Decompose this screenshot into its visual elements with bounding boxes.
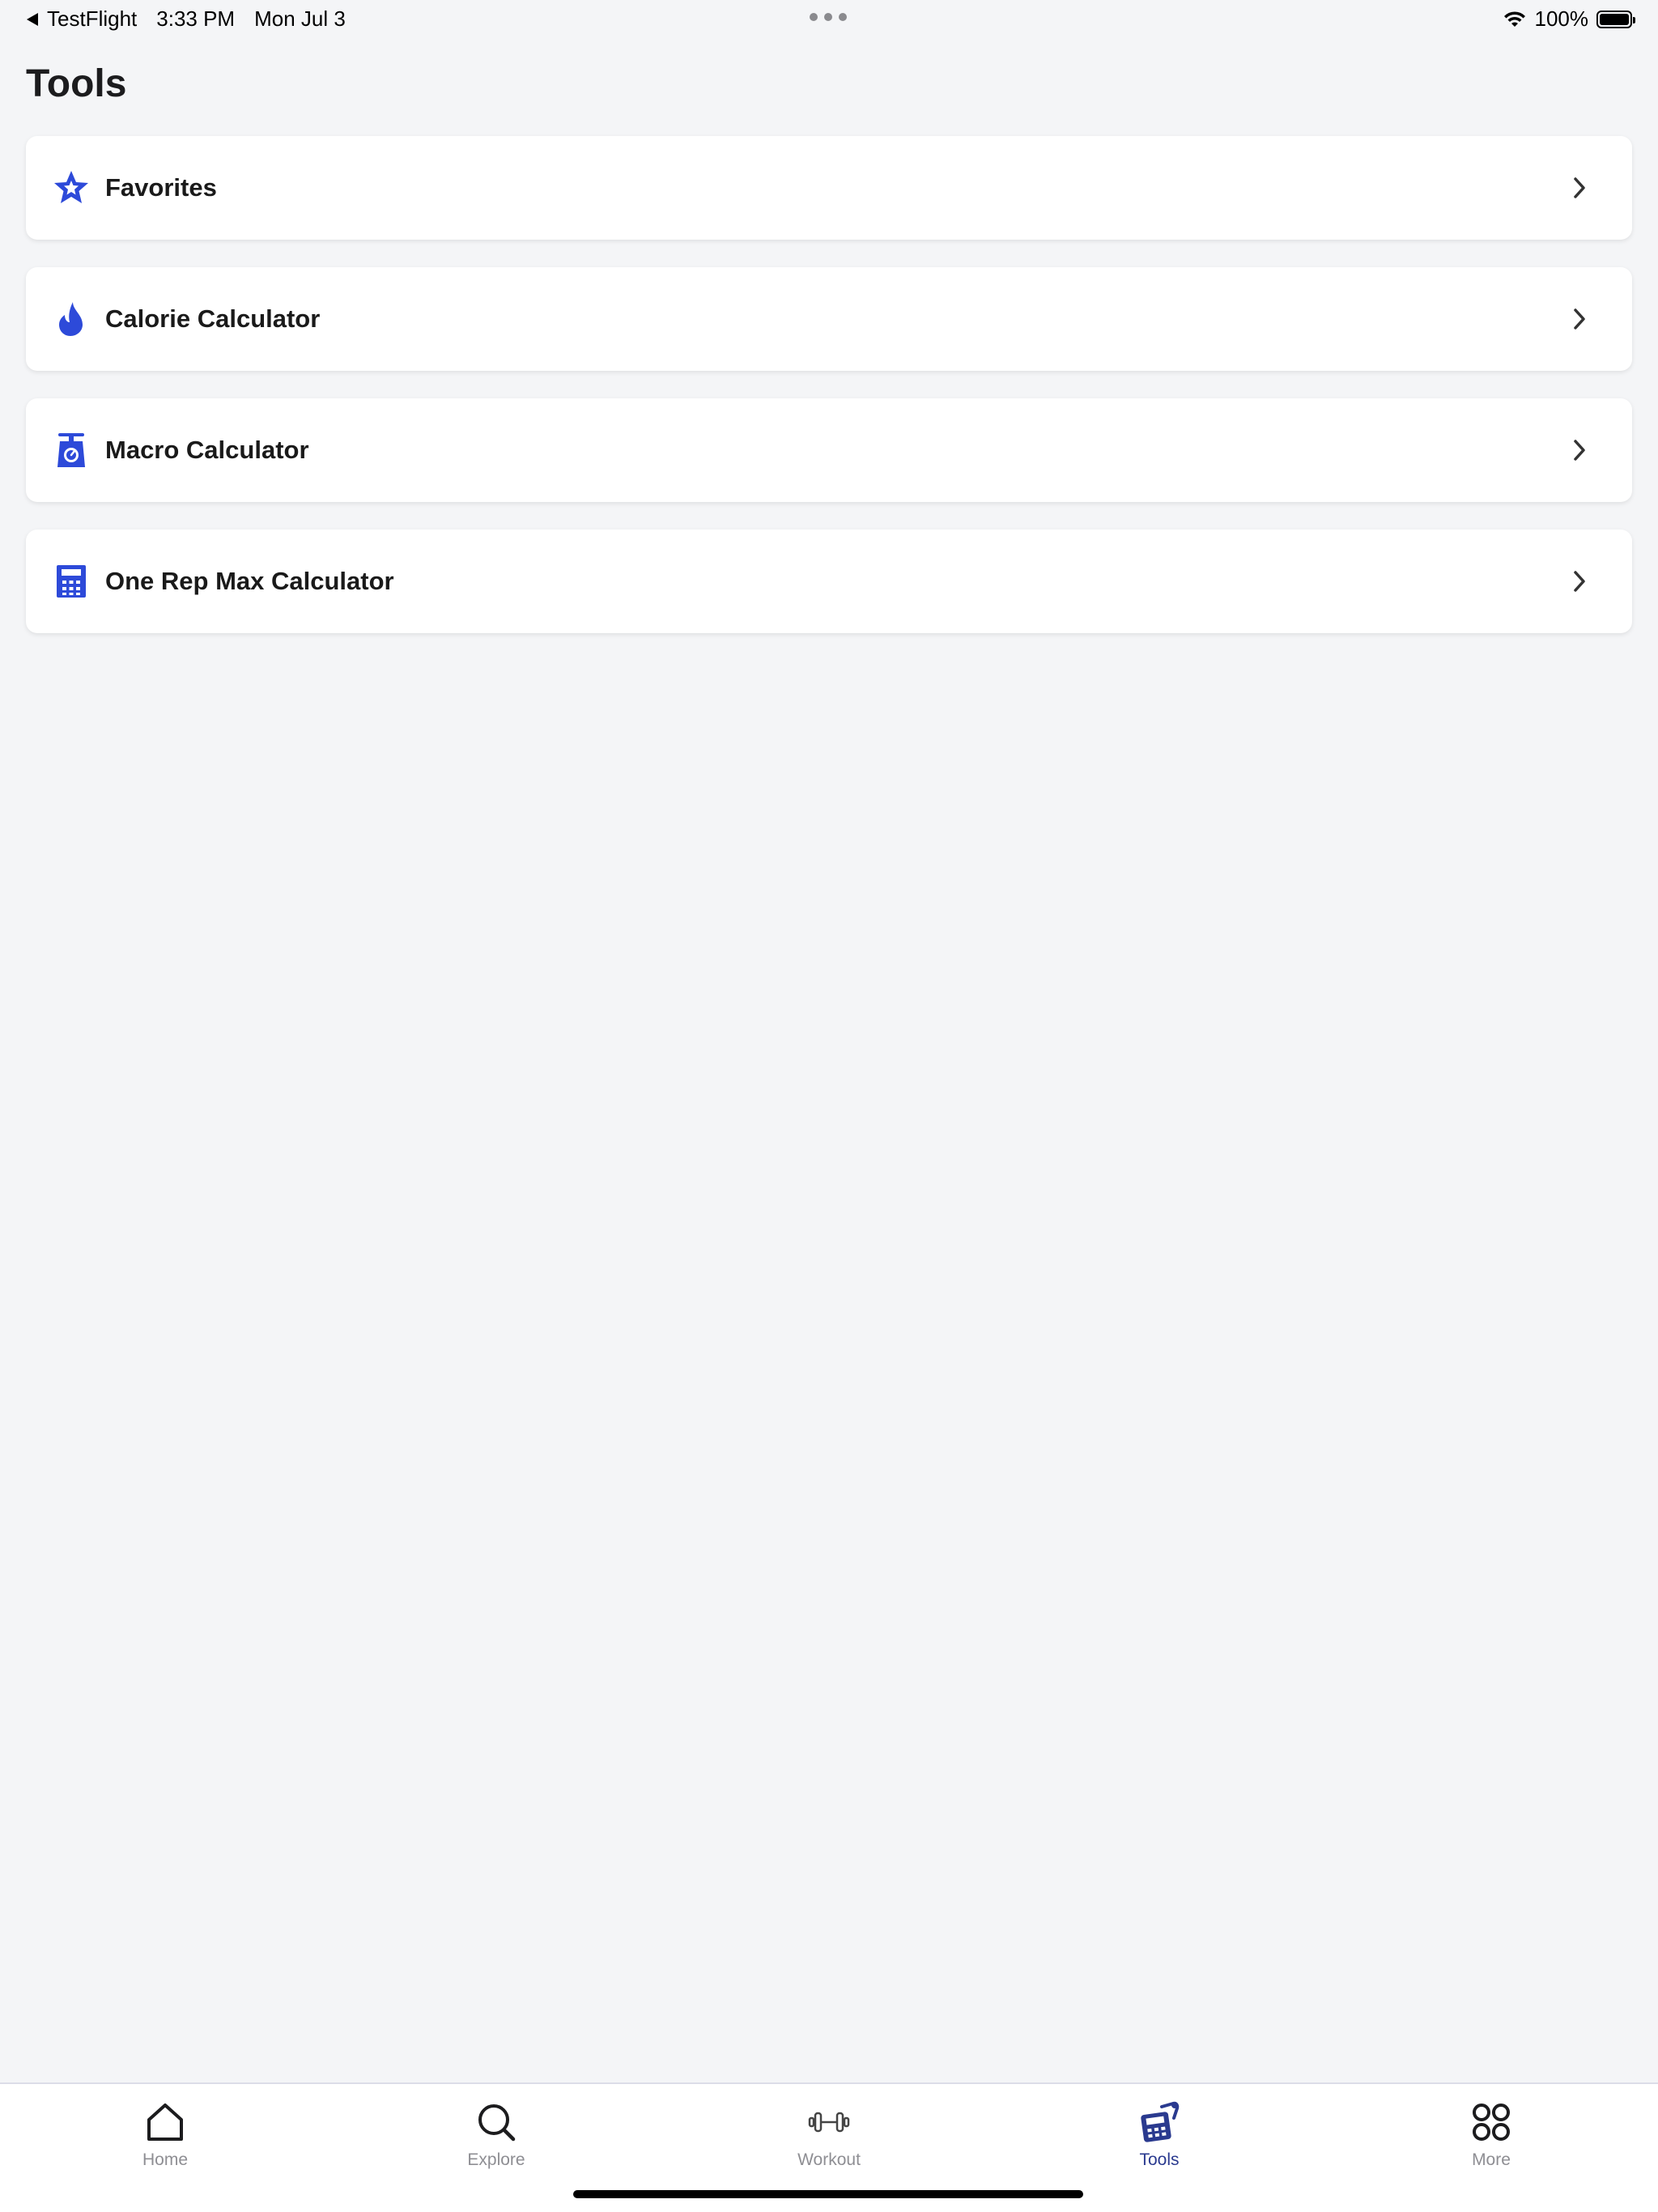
tab-label: Workout (797, 2150, 861, 2169)
tools-icon (1137, 2100, 1181, 2144)
grid-icon (1469, 2100, 1513, 2144)
tool-item-calorie-calculator[interactable]: Calorie Calculator (26, 267, 1632, 371)
multitasking-dots-icon[interactable] (810, 13, 847, 21)
tab-label: Tools (1139, 2150, 1180, 2169)
tab-label: Home (142, 2150, 189, 2169)
home-indicator[interactable] (573, 2190, 1083, 2198)
status-right: 100% (1503, 6, 1635, 32)
battery-icon (1596, 10, 1635, 28)
tool-item-label: Calorie Calculator (105, 304, 321, 333)
back-to-app-button[interactable]: TestFlight (26, 6, 137, 32)
home-icon (143, 2100, 187, 2144)
tool-item-label: One Rep Max Calculator (105, 567, 394, 595)
tab-explore[interactable]: Explore (415, 2100, 577, 2170)
search-icon (474, 2100, 518, 2144)
wifi-icon (1503, 11, 1525, 27)
status-time: 3:33 PM (156, 6, 236, 31)
calculator-icon (52, 562, 91, 601)
tab-workout[interactable]: Workout (748, 2100, 910, 2170)
scale-icon (52, 431, 91, 470)
status-bar: TestFlight 3:33 PM Mon Jul 3 100% (0, 0, 1658, 39)
tools-list: Favorites Calorie Calculator Macro Calcu… (26, 136, 1632, 661)
tab-home[interactable]: Home (84, 2100, 246, 2170)
status-left: TestFlight 3:33 PM Mon Jul 3 (26, 6, 346, 32)
battery-percent: 100% (1534, 6, 1589, 31)
tool-item-favorites[interactable]: Favorites (26, 136, 1632, 240)
back-app-label: TestFlight (47, 6, 138, 31)
back-triangle-icon (27, 12, 38, 26)
tool-item-macro-calculator[interactable]: Macro Calculator (26, 398, 1632, 502)
chevron-right-icon (1567, 438, 1592, 462)
tab-label: Explore (467, 2150, 525, 2169)
battery-fill (1600, 13, 1629, 25)
star-icon (52, 168, 91, 207)
chevron-right-icon (1567, 307, 1592, 331)
tab-tools[interactable]: Tools (1078, 2100, 1240, 2170)
status-date: Mon Jul 3 (254, 6, 346, 31)
dumbbell-icon (807, 2100, 851, 2144)
flame-icon (52, 300, 91, 338)
tab-label: More (1472, 2150, 1511, 2169)
chevron-right-icon (1567, 176, 1592, 200)
tool-item-label: Favorites (105, 173, 217, 202)
tool-item-label: Macro Calculator (105, 436, 309, 464)
chevron-right-icon (1567, 569, 1592, 593)
tab-more[interactable]: More (1410, 2100, 1572, 2170)
page-title: Tools (26, 62, 127, 105)
tool-item-one-rep-max-calculator[interactable]: One Rep Max Calculator (26, 530, 1632, 633)
